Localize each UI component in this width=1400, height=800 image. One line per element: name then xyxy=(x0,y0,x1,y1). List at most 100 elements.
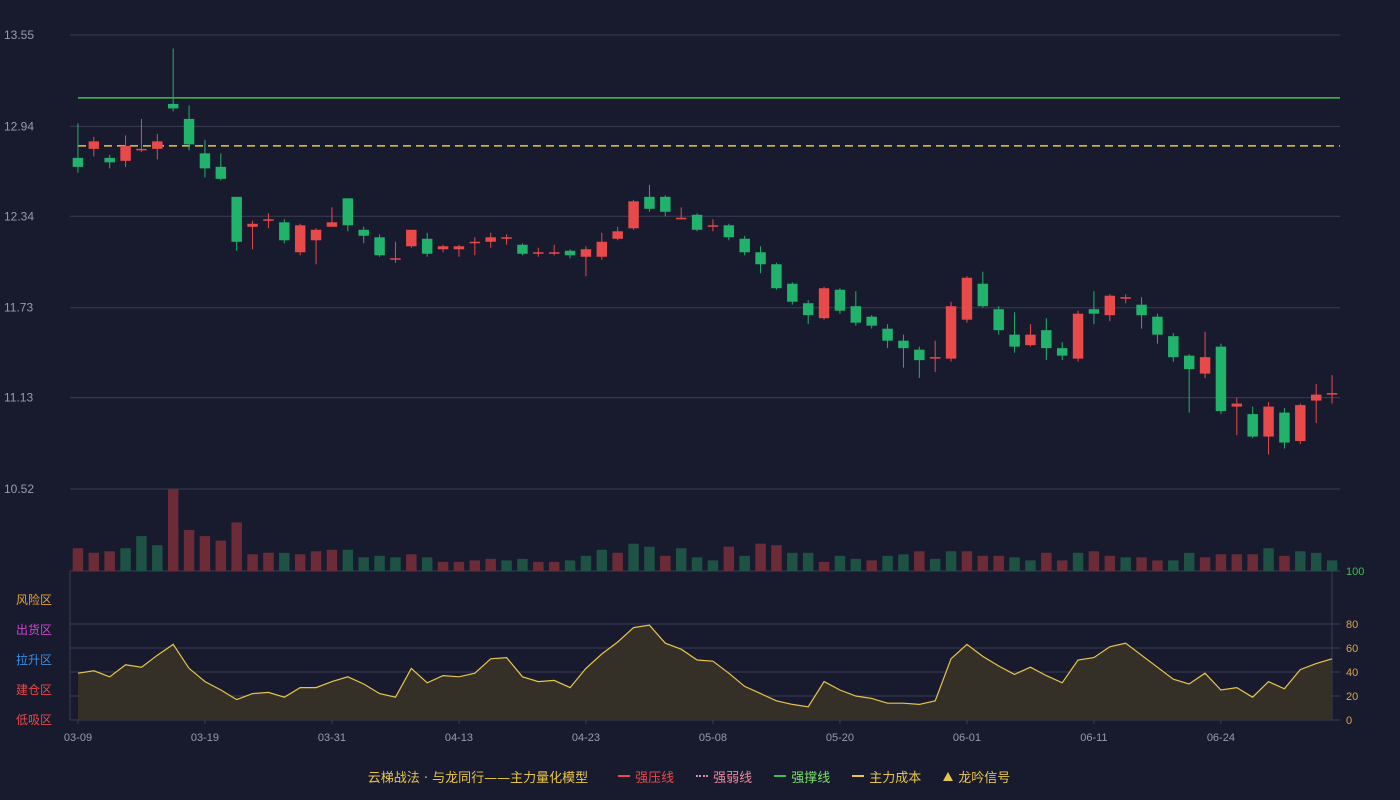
candle-body xyxy=(88,141,100,149)
zone-label: 拉升区 xyxy=(16,652,52,667)
candle-body xyxy=(1279,412,1290,443)
legend-swatch xyxy=(774,775,787,777)
candle-body xyxy=(834,289,846,311)
chart-legend: 云梯战法 · 与龙同行——主力量化模型 强压线 强弱线 强撑线 主力成本 龙吟信… xyxy=(0,764,1400,788)
candle-body xyxy=(628,201,639,229)
candle xyxy=(898,334,909,368)
candle xyxy=(501,234,512,245)
candle xyxy=(1215,343,1227,415)
candle xyxy=(961,276,973,323)
candle xyxy=(802,300,814,325)
candle-body xyxy=(453,246,465,250)
volume-bar xyxy=(834,555,846,571)
candle xyxy=(691,213,703,232)
legend-item-main-cost[interactable]: 主力成本 xyxy=(852,767,921,786)
volume-bar xyxy=(1263,548,1274,571)
candle-body xyxy=(533,252,544,254)
candle xyxy=(1072,310,1084,362)
candle-body xyxy=(723,225,735,238)
candle-body xyxy=(564,250,576,256)
candle xyxy=(136,118,147,152)
candle xyxy=(152,133,163,160)
legend-label: 强弱线 xyxy=(713,770,753,786)
volume-bar xyxy=(152,545,163,571)
volume-bar xyxy=(802,552,814,571)
candle xyxy=(215,153,227,181)
indicator-panel: 0 20 40 60 80 100 风险区出货区拉升区建仓区低吸区 xyxy=(16,566,1364,727)
candle-body xyxy=(1072,313,1084,359)
candle xyxy=(914,346,925,379)
candle-body xyxy=(691,214,703,230)
volume-bar xyxy=(263,552,274,571)
candle xyxy=(977,271,989,308)
volume-bar xyxy=(1152,560,1163,571)
candle-body xyxy=(802,303,814,316)
candle-body xyxy=(1025,334,1036,346)
candle xyxy=(580,246,592,277)
candle xyxy=(1231,397,1243,436)
volume-bar xyxy=(1279,555,1290,571)
candle-body xyxy=(596,241,608,257)
candle-body xyxy=(485,237,496,242)
candle xyxy=(421,232,433,257)
candle-body xyxy=(215,166,227,179)
date-tick-label: 03-31 xyxy=(318,732,346,744)
candle xyxy=(183,105,195,151)
candle xyxy=(1326,375,1338,404)
candle xyxy=(453,244,465,257)
legend-item-strong-weak[interactable]: 强弱线 xyxy=(696,767,752,786)
candle-body xyxy=(993,309,1004,331)
candle xyxy=(628,199,639,230)
volume-bar xyxy=(231,522,242,571)
candle xyxy=(120,135,131,167)
candle xyxy=(1104,294,1116,322)
price-tick-label: 12.34 xyxy=(4,209,34,223)
volume-bar xyxy=(453,561,465,571)
indicator-tick-label: 80 xyxy=(1346,619,1358,631)
volume-bar xyxy=(707,560,719,571)
candle-body xyxy=(1088,309,1100,314)
volume-bar xyxy=(199,536,211,571)
candle xyxy=(1152,313,1163,344)
volume-bar xyxy=(628,543,639,571)
volume-bar xyxy=(421,557,433,571)
candle xyxy=(945,301,957,362)
legend-item-dragon-signal[interactable]: 龙吟信号 xyxy=(943,767,1010,786)
candle-body xyxy=(580,249,592,257)
candle-body xyxy=(850,306,862,323)
candle-body xyxy=(342,198,354,226)
legend-item-strong-support[interactable]: 强撑线 xyxy=(774,767,830,786)
candle-body xyxy=(1310,394,1322,401)
volume-bar xyxy=(517,558,528,571)
candle xyxy=(739,235,750,256)
candle xyxy=(1247,406,1258,439)
candle-body xyxy=(612,231,623,239)
candle xyxy=(104,154,115,169)
candle-body xyxy=(882,328,893,341)
volume-bar xyxy=(691,557,703,571)
volume-bar xyxy=(1310,552,1322,571)
candle-body xyxy=(310,229,322,241)
candle xyxy=(469,237,481,256)
candle xyxy=(1009,312,1020,353)
candle xyxy=(596,232,608,260)
candle xyxy=(644,184,655,212)
legend-item-strong-pressure[interactable]: 强压线 xyxy=(618,767,674,786)
candle-body xyxy=(548,252,560,254)
candle xyxy=(660,195,671,217)
candle-body xyxy=(739,238,750,253)
candle xyxy=(1183,354,1195,413)
volume-bar xyxy=(882,555,893,571)
indicator-area xyxy=(78,625,1332,720)
candle-body xyxy=(294,225,306,253)
candle-body xyxy=(104,157,115,163)
candle xyxy=(993,306,1004,335)
volume-bar xyxy=(358,557,369,571)
date-tick-label: 04-13 xyxy=(445,732,473,744)
volume-bar xyxy=(1168,560,1179,571)
candle-body xyxy=(326,222,338,227)
candle-body xyxy=(977,283,989,307)
candle xyxy=(517,243,528,256)
gridlines xyxy=(70,34,1340,572)
candle-body xyxy=(1104,295,1116,316)
